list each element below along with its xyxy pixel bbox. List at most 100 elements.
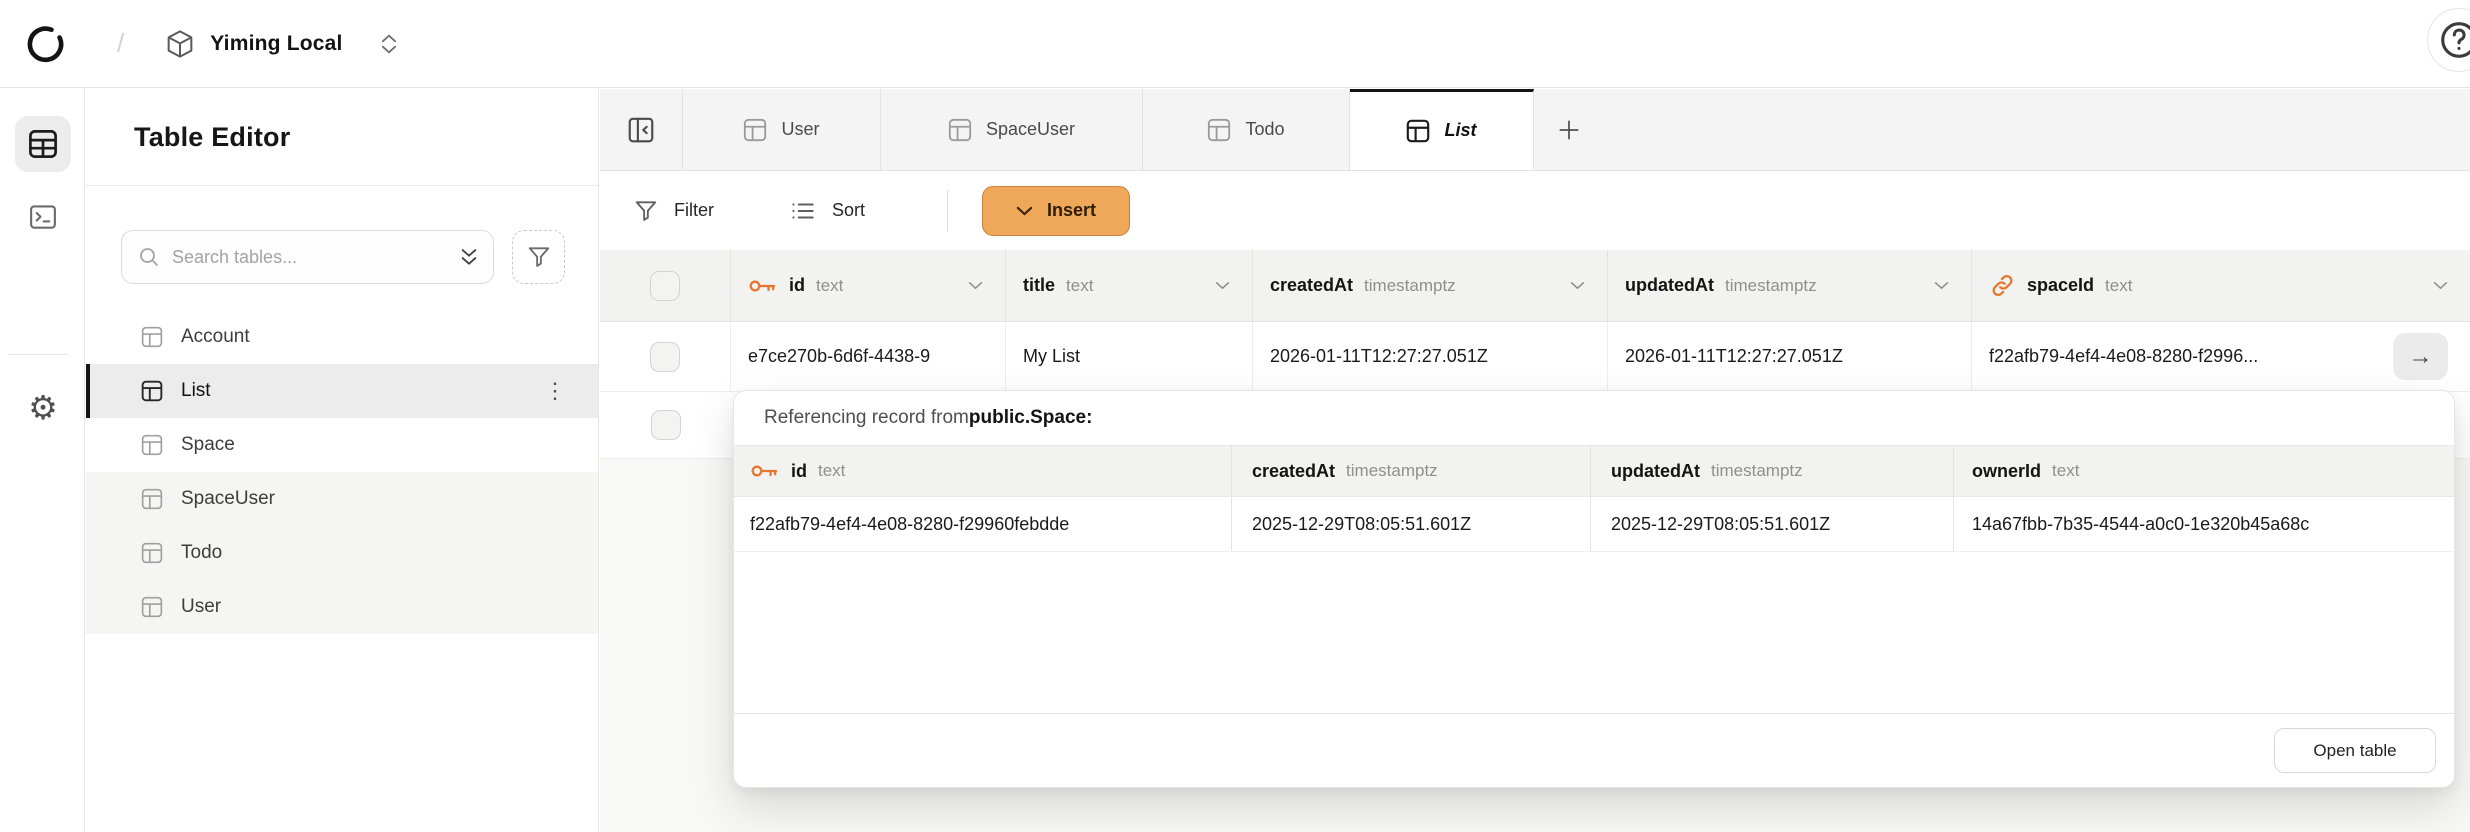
popover-data-row[interactable]: f22afb79-4ef4-4e08-8280-f29960febdde 202…	[734, 497, 2454, 552]
row-checkbox[interactable]	[651, 410, 681, 440]
sidebar-item-list[interactable]: List ⋮	[86, 364, 598, 418]
popover-header-row: id text createdAt timestamptz updatedAt …	[734, 445, 2454, 497]
tab-list-active[interactable]: List	[1350, 89, 1534, 170]
terminal-nav-button[interactable]	[15, 189, 71, 245]
new-tab-button[interactable]	[1534, 89, 1604, 170]
settings-button[interactable]: ⚙	[15, 379, 71, 435]
page-title: Table Editor	[134, 122, 290, 153]
goto-referenced-record-button[interactable]: →	[2393, 333, 2448, 380]
chevron-down-icon[interactable]	[1934, 281, 1949, 290]
sidebar-item-account[interactable]: Account	[86, 310, 598, 364]
cell-id[interactable]: e7ce270b-6d6f-4438-9	[731, 322, 1006, 391]
insert-button[interactable]: Insert	[982, 186, 1130, 236]
tab-label: User	[781, 119, 819, 140]
table-icon	[141, 326, 163, 348]
sidebar-item-user[interactable]: User	[86, 580, 598, 634]
tab-user[interactable]: User	[683, 89, 881, 170]
chevrons-down-icon[interactable]	[461, 249, 477, 265]
open-table-label: Open table	[2313, 741, 2396, 761]
column-header-title[interactable]: title text	[1006, 250, 1253, 321]
sidebar-item-label: Account	[181, 326, 250, 348]
chevron-down-icon[interactable]	[2433, 281, 2448, 290]
select-all-cell	[600, 250, 731, 321]
column-type: text	[1066, 276, 1093, 296]
tab-label: SpaceUser	[986, 119, 1075, 140]
column-name: spaceId	[2027, 275, 2094, 296]
tab-label: List	[1444, 120, 1476, 141]
popover-column-updatedat: updatedAt timestamptz	[1591, 446, 1954, 496]
project-switcher-icon[interactable]	[381, 34, 397, 54]
column-name: id	[791, 461, 807, 482]
tab-spaceuser[interactable]: SpaceUser	[881, 89, 1143, 170]
chevron-down-icon[interactable]	[1570, 281, 1585, 290]
foreign-key-link-icon	[1989, 272, 2016, 299]
cell-spaceid-value: f22afb79-4ef4-4e08-8280-f2996...	[1989, 346, 2258, 367]
search-icon	[138, 246, 160, 268]
main-area: User SpaceUser Todo List Filter Sort	[600, 89, 2470, 832]
cell-title[interactable]: My List	[1006, 322, 1253, 391]
kebab-menu-icon[interactable]: ⋮	[544, 378, 566, 404]
funnel-icon	[527, 245, 551, 269]
column-name: updatedAt	[1625, 275, 1714, 296]
popover-footer: Open table	[734, 713, 2454, 787]
row-checkbox[interactable]	[650, 342, 680, 372]
table-filter-button[interactable]	[512, 230, 565, 284]
row-select-cell	[600, 392, 731, 458]
sidebar-item-todo[interactable]: Todo	[86, 526, 598, 580]
column-header-id[interactable]: id text	[731, 250, 1006, 321]
popover-cell-ownerid[interactable]: 14a67fbb-7b35-4544-a0c0-1e320b45a68c	[1954, 497, 2454, 551]
popover-column-createdat: createdAt timestamptz	[1232, 446, 1591, 496]
sidebar-item-spaceuser[interactable]: SpaceUser	[86, 472, 598, 526]
column-header-spaceid[interactable]: spaceId text	[1972, 250, 2470, 321]
column-header-createdat[interactable]: createdAt timestamptz	[1253, 250, 1608, 321]
filter-button[interactable]: Filter	[634, 199, 714, 223]
sidebar: Table Editor Account List ⋮	[86, 89, 599, 832]
project-cube-icon	[164, 28, 196, 60]
popover-cell-id[interactable]: f22afb79-4ef4-4e08-8280-f29960febdde	[734, 497, 1232, 551]
top-bar: / Yiming Local	[0, 0, 2470, 88]
search-tables-box[interactable]	[121, 230, 494, 284]
table-row[interactable]: e7ce270b-6d6f-4438-9 My List 2026-01-11T…	[600, 322, 2470, 392]
popover-title: Referencing record from public.Space:	[734, 391, 2454, 445]
column-name: createdAt	[1252, 461, 1335, 482]
sidebar-item-label: User	[181, 596, 221, 618]
column-header-updatedat[interactable]: updatedAt timestamptz	[1608, 250, 1972, 321]
project-name[interactable]: Yiming Local	[210, 32, 342, 56]
column-name: ownerId	[1972, 461, 2041, 482]
popover-cell-updatedat[interactable]: 2025-12-29T08:05:51.601Z	[1591, 497, 1954, 551]
filter-label: Filter	[674, 200, 714, 221]
table-icon	[141, 596, 163, 618]
sort-button[interactable]: Sort	[790, 200, 865, 222]
insert-label: Insert	[1047, 200, 1096, 221]
cell-spaceid[interactable]: f22afb79-4ef4-4e08-8280-f2996... →	[1972, 322, 2470, 391]
search-input[interactable]	[172, 247, 449, 268]
table-icon	[141, 542, 163, 564]
cell-createdat[interactable]: 2026-01-11T12:27:27.051Z	[1253, 322, 1608, 391]
toolbar-divider	[947, 190, 948, 232]
cell-updatedat[interactable]: 2026-01-11T12:27:27.051Z	[1608, 322, 1972, 391]
chevron-down-icon[interactable]	[968, 281, 983, 290]
table-icon	[141, 488, 163, 510]
app-logo-icon[interactable]	[25, 24, 65, 64]
column-type: timestamptz	[1364, 276, 1456, 296]
select-all-checkbox[interactable]	[650, 271, 680, 301]
chevron-down-icon[interactable]	[1215, 281, 1230, 290]
column-name: createdAt	[1270, 275, 1353, 296]
popover-title-table: public.Space:	[969, 407, 1093, 429]
sidebar-item-label: Todo	[181, 542, 222, 564]
grid-toolbar: Filter Sort Insert	[600, 171, 2470, 250]
icon-rail: ⚙	[0, 89, 85, 832]
table-icon	[141, 380, 163, 402]
collapse-sidebar-button[interactable]	[600, 89, 683, 170]
sidebar-item-label: SpaceUser	[181, 488, 275, 510]
column-type: timestamptz	[1711, 461, 1803, 481]
sidebar-item-space[interactable]: Space	[86, 418, 598, 472]
table-editor-nav-button[interactable]	[15, 116, 71, 172]
open-table-button[interactable]: Open table	[2274, 728, 2436, 773]
column-name: id	[789, 275, 805, 296]
table-list: Account List ⋮ Space SpaceUser Todo User	[86, 310, 598, 634]
tab-todo[interactable]: Todo	[1143, 89, 1350, 170]
popover-cell-createdat[interactable]: 2025-12-29T08:05:51.601Z	[1232, 497, 1591, 551]
help-circle-icon	[2438, 19, 2470, 61]
grid-header-row: id text title text createdAt timestamptz…	[600, 250, 2470, 322]
